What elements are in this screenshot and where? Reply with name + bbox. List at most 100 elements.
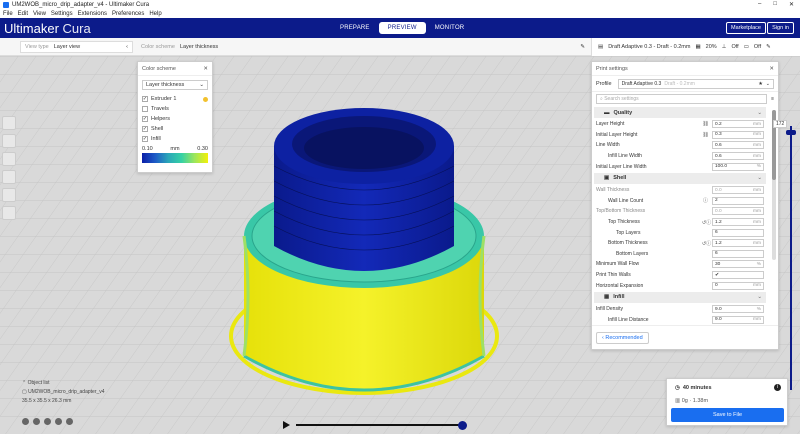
marketplace-button[interactable]: Marketplace <box>726 22 766 34</box>
scale-tool-button[interactable] <box>2 134 16 148</box>
simulation-track[interactable] <box>296 420 467 430</box>
color-scheme-option[interactable]: ✓ Extruder 1 <box>138 94 212 104</box>
layer-slider-handle[interactable] <box>786 130 796 135</box>
minimize-button[interactable]: – <box>758 1 761 8</box>
support-summary: Off <box>731 44 739 50</box>
link-icon[interactable]: ⛓ <box>702 132 709 138</box>
setting-value-field[interactable]: 6 <box>712 249 764 258</box>
setting-value-field[interactable]: 6 <box>712 228 764 237</box>
setting-row: Top Layers 6 <box>592 227 768 238</box>
view-type-selector[interactable]: View type Layer view ‹ <box>20 41 133 53</box>
setting-label: Print Thin Walls <box>596 272 631 279</box>
profile-dropdown[interactable]: Draft Adaptive 0.3 Draft - 0.2mm ★ ⌄ <box>617 78 774 89</box>
tab-prepare[interactable]: PREPARE <box>331 22 379 34</box>
close-window-button[interactable]: ✕ <box>789 1 794 8</box>
link-icon[interactable]: ⛓ <box>702 121 709 127</box>
play-icon[interactable] <box>283 421 290 429</box>
setting-row: Infill Line Distance 9.0 mm <box>592 315 768 326</box>
simulation-handle[interactable] <box>458 420 467 430</box>
setting-row: Initial Layer Height ⛓ 0.3 mm <box>592 130 768 141</box>
setting-label: Bottom Thickness <box>608 240 648 247</box>
settings-scrollbar[interactable] <box>772 110 776 260</box>
checkbox[interactable]: ✓ <box>142 116 148 122</box>
menu-extensions[interactable]: Extensions <box>78 11 107 17</box>
checkbox[interactable]: ✓ <box>142 126 148 132</box>
layer-number[interactable]: 172 <box>773 120 788 128</box>
close-icon[interactable]: ✕ <box>769 66 774 72</box>
setting-label: Top/Bottom Thickness <box>596 208 646 215</box>
layer-slider[interactable]: 172 <box>773 120 797 392</box>
menu-help[interactable]: Help <box>149 11 161 17</box>
rotate-tool-button[interactable] <box>2 152 16 166</box>
setting-value-field[interactable]: 0.0 mm <box>712 207 764 216</box>
checkbox[interactable]: ✓ <box>142 136 148 142</box>
maximize-button[interactable]: □ <box>773 1 777 8</box>
view-right-icon[interactable] <box>66 418 73 425</box>
view-front-icon[interactable] <box>33 418 40 425</box>
info-icon[interactable]: ⓘ <box>702 197 709 204</box>
extruder-color-dot <box>203 96 208 102</box>
setting-value-field[interactable]: 0.6 mm <box>712 152 764 161</box>
setting-value-field[interactable]: 1.2 mm <box>712 239 764 248</box>
print-time: ◷ 40 minutes <box>675 385 712 391</box>
setting-value-field[interactable]: 0.2 mm <box>712 120 764 129</box>
view-top-icon[interactable] <box>44 418 51 425</box>
menu-view[interactable]: View <box>33 11 46 17</box>
setting-value-field[interactable]: 9.0% <box>712 305 764 314</box>
setting-value-field[interactable]: 0 mm <box>712 281 764 290</box>
shell-icon: ▣ <box>604 175 610 182</box>
search-icon: ⌕ <box>600 96 603 102</box>
setting-value-field[interactable]: 2 <box>712 196 764 205</box>
move-tool-button[interactable] <box>2 116 16 130</box>
menu-bar: File Edit View Settings Extensions Prefe… <box>0 9 800 18</box>
menu-settings[interactable]: Settings <box>51 11 73 17</box>
color-scheme-option[interactable]: ✓ Shell <box>138 124 212 134</box>
info-icon[interactable]: i <box>774 384 781 391</box>
recommended-button[interactable]: ‹ Recommended <box>596 331 649 344</box>
print-setup-summary[interactable]: ▤ Draft Adaptive 0.3 - Draft - 0.2mm ▦ 2… <box>591 38 800 56</box>
chevron-down-icon: ⌄ <box>199 82 204 88</box>
tab-monitor[interactable]: MONITOR <box>426 22 474 34</box>
color-scheme-dropdown[interactable]: Layer thickness ⌄ <box>142 80 208 90</box>
setting-value-field[interactable]: 0.3 mm <box>712 130 764 139</box>
setting-value-field[interactable]: 1.2 mm <box>712 218 764 227</box>
settings-category[interactable]: ▣ Shell ⌄ <box>594 172 766 184</box>
settings-search-input[interactable]: ⌕ Search settings <box>596 94 768 104</box>
color-scheme-selector[interactable]: Color scheme Layer thickness ✎ <box>137 41 589 53</box>
view-left-icon[interactable] <box>55 418 62 425</box>
setting-value-field[interactable]: 9.0 mm <box>712 315 764 324</box>
menu-preferences[interactable]: Preferences <box>112 11 144 17</box>
save-to-file-button[interactable]: Save to File <box>671 408 784 422</box>
menu-edit[interactable]: Edit <box>18 11 28 17</box>
per-model-settings-button[interactable] <box>2 188 16 202</box>
window-title: UM2WOB_micro_drip_adapter_v4 - Ultimaker… <box>12 1 150 8</box>
reset-info-icon[interactable]: ↺ⓘ <box>702 219 711 226</box>
view-toolbar: View type Layer view ‹ Color scheme Laye… <box>0 38 800 56</box>
color-scheme-option[interactable]: ✓ Infill <box>138 134 212 144</box>
close-icon[interactable]: ✕ <box>203 66 208 72</box>
setting-label: Initial Layer Line Width <box>596 163 647 170</box>
setting-value-field[interactable]: 0.0 mm <box>712 186 764 195</box>
color-scheme-option[interactable]: Travels <box>138 104 212 114</box>
menu-file[interactable]: File <box>3 11 13 17</box>
chevron-down-icon: ⌄ <box>757 294 762 301</box>
menu-icon[interactable]: ≡ <box>771 96 774 102</box>
reset-info-icon[interactable]: ↺ⓘ <box>702 240 711 247</box>
tab-preview[interactable]: PREVIEW <box>378 22 426 34</box>
checkbox[interactable] <box>142 106 148 112</box>
setting-value-field[interactable]: ✔ <box>712 271 764 280</box>
view-3d-icon[interactable] <box>22 418 29 425</box>
setting-row: Initial Layer Line Width 100.0% <box>592 161 768 172</box>
setting-value-field[interactable]: 0.6 mm <box>712 141 764 150</box>
support-blocker-button[interactable] <box>2 206 16 220</box>
mirror-tool-button[interactable] <box>2 170 16 184</box>
sign-in-button[interactable]: Sign in <box>767 22 794 34</box>
setting-value-field[interactable]: 30% <box>712 260 764 269</box>
settings-category[interactable]: ▦ Infill ⌄ <box>594 291 766 303</box>
setting-value-field[interactable]: 100.0% <box>712 162 764 171</box>
settings-category[interactable]: ▬ Quality ⌄ <box>594 107 766 118</box>
checkbox[interactable]: ✓ <box>142 96 148 102</box>
color-scheme-option[interactable]: ✓ Helpers <box>138 114 212 124</box>
object-name: ▢ UM2WOB_micro_drip_adapter_v4 <box>22 389 105 395</box>
object-list-toggle[interactable]: ⌃ Object list <box>22 380 105 386</box>
